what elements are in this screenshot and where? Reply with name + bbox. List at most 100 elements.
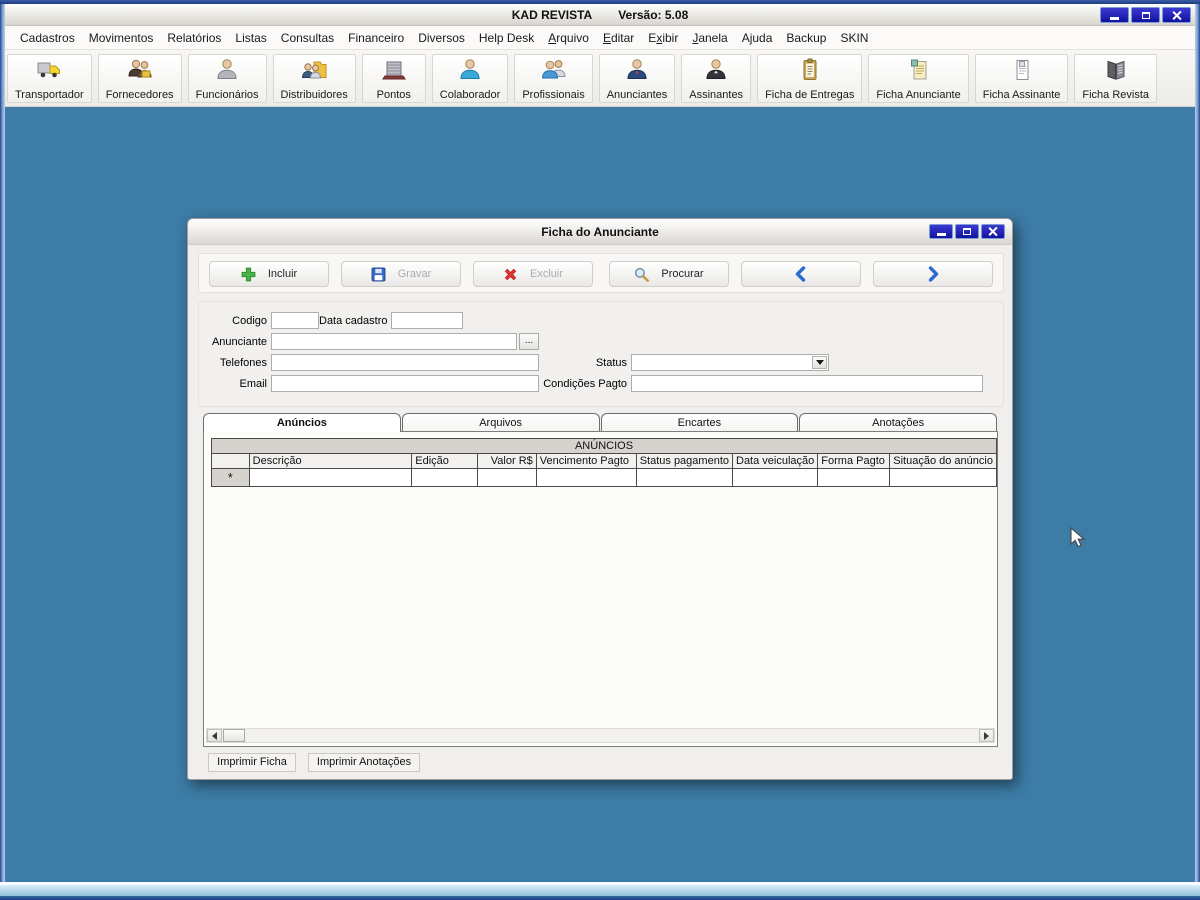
excluir-button[interactable]: Excluir <box>473 261 593 287</box>
distributors-icon <box>302 61 327 78</box>
imprimir-ficha-button[interactable]: Imprimir Ficha <box>208 753 296 772</box>
condicoes-pagto-input[interactable] <box>631 375 983 392</box>
grid-cell[interactable] <box>411 468 478 487</box>
book-icon <box>1107 60 1125 80</box>
grid-cell[interactable] <box>248 468 413 487</box>
next-icon <box>928 266 939 282</box>
col-status-pagamento[interactable]: Status pagamento <box>635 453 734 469</box>
grid-cell[interactable] <box>817 468 891 487</box>
menu-relatorios[interactable]: Relatórios <box>160 28 228 48</box>
menu-arquivo[interactable]: Arquivo <box>541 28 596 48</box>
truck-icon <box>37 62 61 77</box>
dialog-close-button[interactable] <box>981 224 1005 239</box>
grid-cell[interactable] <box>731 468 819 487</box>
app-titlebar[interactable]: KAD REVISTA Versão: 5.08 <box>5 4 1195 26</box>
gravar-button[interactable]: Gravar <box>341 261 461 287</box>
toolbar-anunciantes-button[interactable]: Anunciantes <box>598 53 676 103</box>
dialog-form: Codigo Data cadastro Anunciante ... Tele… <box>198 301 1004 407</box>
anunciante-input[interactable] <box>271 333 517 350</box>
dialog-titlebar[interactable]: Ficha do Anunciante <box>188 219 1012 245</box>
menu-ajuda[interactable]: Ajuda <box>735 28 780 48</box>
building-icon <box>381 61 406 79</box>
menu-financeiro[interactable]: Financeiro <box>341 28 411 48</box>
document-icon <box>1016 59 1029 80</box>
toolbar-ficha-assinante-button[interactable]: Ficha Assinante <box>974 53 1069 103</box>
data-cadastro-input[interactable] <box>391 312 463 329</box>
grid-new-row: * <box>211 468 997 487</box>
menu-consultas[interactable]: Consultas <box>274 28 341 48</box>
toolbar-fornecedores-button[interactable]: Fornecedores <box>97 53 182 103</box>
dropdown-arrow-button[interactable] <box>812 356 827 369</box>
col-forma-pagto[interactable]: Forma Pagto <box>817 453 891 469</box>
status-label: Status <box>595 357 627 369</box>
toolbar-funcionarios-button[interactable]: Funcionários <box>187 53 267 103</box>
menu-listas[interactable]: Listas <box>228 28 273 48</box>
toolbar-ficha-anunciante-button[interactable]: Ficha Anunciante <box>868 53 969 103</box>
toolbar-transportador-button[interactable]: Transportador <box>7 53 92 103</box>
subscribers-icon <box>706 58 726 79</box>
col-valor[interactable]: Valor R$ <box>476 453 537 469</box>
anuncios-tab-panel: ANÚNCIOS Descrição Edição Valor R$ Venci… <box>203 431 998 747</box>
toolbar-distribuidores-button[interactable]: Distribuidores <box>272 53 356 103</box>
close-icon <box>989 227 998 236</box>
toolbar-ficha-entregas-button[interactable]: Ficha de Entregas <box>757 53 863 103</box>
menu-janela[interactable]: Janela <box>685 28 734 48</box>
anunciante-browse-button[interactable]: ... <box>519 333 539 350</box>
col-edicao[interactable]: Edição <box>411 453 478 469</box>
col-situacao-anuncio[interactable]: Situação do anúncio <box>889 453 997 469</box>
menu-exibir[interactable]: Exibir <box>641 28 685 48</box>
toolbar-pontos-button[interactable]: Pontos <box>361 53 426 103</box>
menu-backup[interactable]: Backup <box>779 28 833 48</box>
menu-movimentos[interactable]: Movimentos <box>82 28 161 48</box>
advertisers-icon <box>627 58 647 79</box>
toolbar-assinantes-button[interactable]: Assinantes <box>681 53 752 103</box>
maximize-button[interactable] <box>1131 7 1160 23</box>
tab-anuncios[interactable]: Anúncios <box>203 413 401 432</box>
scroll-left-button[interactable] <box>207 729 222 742</box>
dialog-maximize-button[interactable] <box>955 224 979 239</box>
scroll-right-button[interactable] <box>979 729 994 742</box>
prev-icon <box>795 266 806 282</box>
tab-anotacoes[interactable]: Anotações <box>799 413 997 432</box>
tab-strip: Anúncios Arquivos Encartes Anotações <box>203 413 998 432</box>
menu-skin[interactable]: SKIN <box>833 28 875 48</box>
grid-cell[interactable] <box>889 468 997 487</box>
scrollbar-thumb[interactable] <box>223 729 245 742</box>
horizontal-scrollbar[interactable] <box>206 728 995 743</box>
codigo-input[interactable] <box>271 312 319 329</box>
new-row-marker[interactable]: * <box>211 468 250 487</box>
anunciante-label: Anunciante <box>211 336 267 348</box>
menu-helpdesk[interactable]: Help Desk <box>472 28 541 48</box>
toolbar-ficha-revista-button[interactable]: Ficha Revista <box>1074 53 1158 103</box>
document-note-icon <box>910 59 927 79</box>
desktop: { "window": { "title": "KAD REVISTA", "v… <box>0 0 1200 900</box>
toolbar-profissionais-button[interactable]: Profissionais <box>514 53 593 103</box>
menu-cadastros[interactable]: Cadastros <box>13 28 82 48</box>
window-border-bottom <box>0 882 1200 900</box>
grid-cell[interactable] <box>635 468 734 487</box>
previous-record-button[interactable] <box>741 261 861 287</box>
col-descricao[interactable]: Descrição <box>248 453 413 469</box>
dialog-minimize-button[interactable] <box>929 224 953 239</box>
close-button[interactable] <box>1162 7 1191 23</box>
data-cadastro-label: Data cadastro <box>319 315 388 327</box>
col-vencimento-pagto[interactable]: Vencimento Pagto <box>535 453 637 469</box>
toolbar-colaborador-button[interactable]: Colaborador <box>431 53 509 103</box>
grid-cell[interactable] <box>476 468 537 487</box>
menu-diversos[interactable]: Diversos <box>411 28 472 48</box>
triangle-left-icon <box>212 731 217 740</box>
minimize-button[interactable] <box>1100 7 1129 23</box>
imprimir-anotacoes-button[interactable]: Imprimir Anotações <box>308 753 420 772</box>
tab-encartes[interactable]: Encartes <box>600 413 799 432</box>
status-dropdown[interactable] <box>631 354 829 371</box>
tab-arquivos[interactable]: Arquivos <box>401 413 600 432</box>
clipboard-icon <box>803 58 817 80</box>
menu-editar[interactable]: Editar <box>596 28 641 48</box>
grid-cell[interactable] <box>535 468 637 487</box>
email-input[interactable] <box>271 375 539 392</box>
next-record-button[interactable] <box>873 261 993 287</box>
incluir-button[interactable]: Incluir <box>209 261 329 287</box>
col-data-veiculacao[interactable]: Data veiculação <box>731 453 819 469</box>
procurar-button[interactable]: Procurar <box>609 261 729 287</box>
telefones-input[interactable] <box>271 354 539 371</box>
